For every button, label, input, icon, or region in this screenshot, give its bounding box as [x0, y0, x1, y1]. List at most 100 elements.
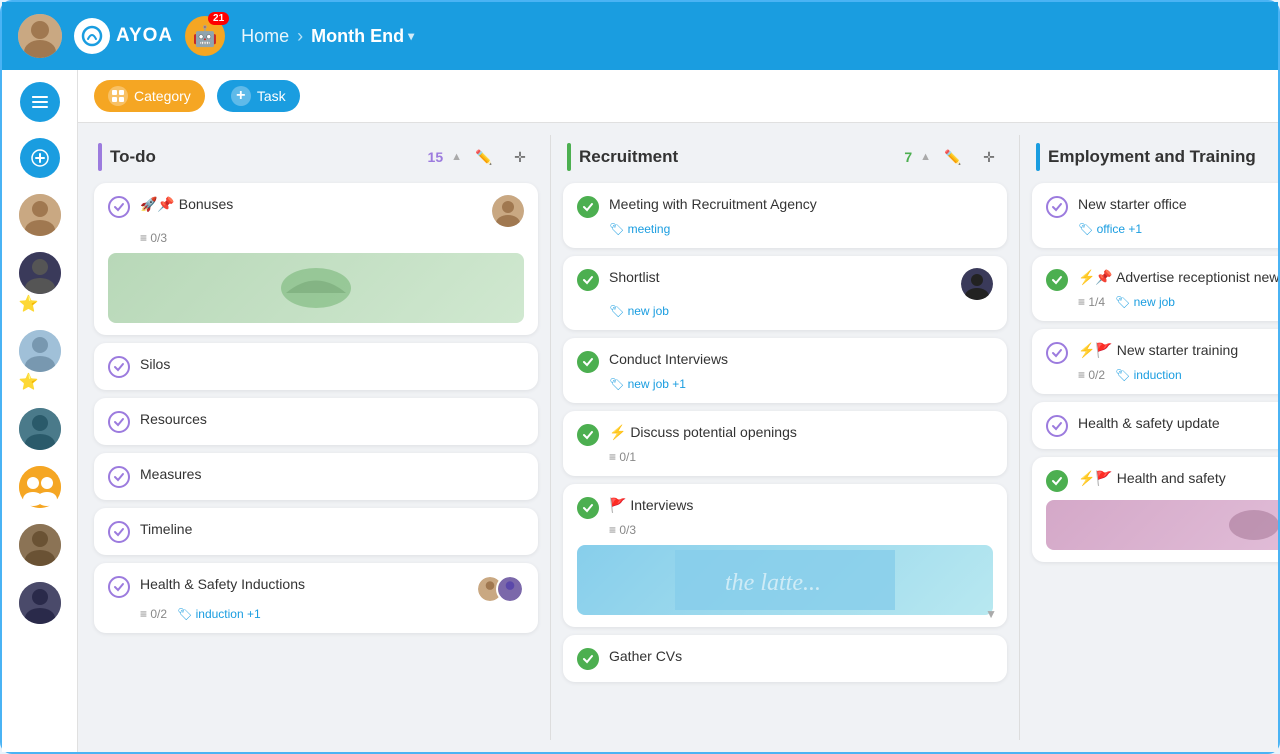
task-card-bonuses[interactable]: 🚀📌 Bonuses ≡ 0/3	[94, 183, 538, 335]
checkbox-shortlist[interactable]	[577, 269, 599, 291]
task-card-interviews[interactable]: 🚩 Interviews ≡ 0/3 the latte... ▼	[563, 484, 1007, 627]
task-card-gather-cvs[interactable]: Gather CVs	[563, 635, 1007, 682]
column-divider-employment	[1036, 143, 1040, 171]
checkbox-advertise[interactable]	[1046, 269, 1068, 291]
column-body-employment: New starter office 🏷 office +1	[1024, 179, 1278, 740]
breadcrumb-home[interactable]: Home	[241, 26, 289, 47]
task-card-conduct-interviews[interactable]: Conduct Interviews 🏷 new job +1	[563, 338, 1007, 403]
task-card-discuss-openings[interactable]: ⚡ Discuss potential openings ≡ 0/1	[563, 411, 1007, 476]
avatar-star-2: ⭐	[19, 296, 39, 313]
task-avatar-shortlist	[961, 268, 993, 300]
task-title-new-starter-training: ⚡🚩 New starter training	[1078, 341, 1278, 361]
checkbox-meeting-agency[interactable]	[577, 196, 599, 218]
checkbox-new-starter-training[interactable]	[1046, 342, 1068, 364]
task-card-shortlist[interactable]: Shortlist 🏷 new job	[563, 256, 1007, 330]
task-card-silos[interactable]: Silos	[94, 343, 538, 390]
task-count-nst: ≡ 0/2	[1078, 368, 1105, 382]
task-card-hs-inductions[interactable]: Health & Safety Inductions ≡ 0/2 🏷 induc…	[94, 563, 538, 633]
task-title-health-safety: ⚡🚩 Health and safety	[1078, 469, 1278, 489]
task-tag-conduct: 🏷 new job +1	[609, 377, 686, 391]
task-title-new-starter: New starter office	[1078, 195, 1278, 215]
sidebar-avatar-group[interactable]	[19, 466, 61, 508]
task-meta-advertise: ≡ 1/4 🏷 new job	[1078, 295, 1278, 309]
task-title-advertise: ⚡📌 Advertise receptionist new job	[1078, 268, 1278, 288]
add-column-todo[interactable]: ✛	[506, 143, 534, 171]
sidebar-add-icon[interactable]	[20, 138, 60, 178]
task-meta-bonuses: ≡ 0/3	[140, 231, 524, 245]
notification-button[interactable]: 🤖 21	[185, 16, 225, 56]
task-image-interviews: the latte...	[577, 545, 993, 615]
checkbox-silos[interactable]	[108, 356, 130, 378]
task-meta-discuss-openings: ≡ 0/1	[609, 450, 993, 464]
task-title-timeline: Timeline	[140, 520, 524, 540]
checkbox-gather-cvs[interactable]	[577, 648, 599, 670]
notification-badge: 21	[208, 12, 229, 25]
checkbox-measures[interactable]	[108, 466, 130, 488]
column-divider-todo	[98, 143, 102, 171]
sidebar-avatar-5[interactable]	[19, 524, 61, 566]
task-title-gather-cvs: Gather CVs	[609, 647, 993, 667]
task-count-discuss: ≡ 0/1	[609, 450, 636, 464]
column-header-todo: To-do 15 ▲ ✏️ ✛	[86, 135, 546, 179]
sep-1	[550, 135, 551, 740]
checkbox-interviews[interactable]	[577, 497, 599, 519]
edit-column-recruitment[interactable]: ✏️	[939, 143, 967, 171]
sidebar-avatar-4[interactable]	[19, 408, 61, 450]
task-card-new-starter[interactable]: New starter office 🏷 office +1	[1032, 183, 1278, 248]
column-divider-recruitment	[567, 143, 571, 171]
task-button[interactable]: + Task	[217, 80, 300, 112]
svg-text:the latte...: the latte...	[725, 570, 821, 596]
task-label: Task	[257, 88, 286, 104]
task-title-conduct-interviews: Conduct Interviews	[609, 350, 993, 370]
breadcrumb-current[interactable]: Month End ▾	[311, 26, 414, 47]
app-container: AYOA 🤖 21 Home › Month End ▾	[2, 2, 1278, 752]
task-meta-new-starter: 🏷 office +1	[1078, 222, 1278, 236]
task-count-hs-inductions: ≡ 0/2	[140, 607, 167, 621]
task-tag-advertise: 🏷 new job	[1115, 295, 1175, 309]
task-card-health-safety[interactable]: ⚡🚩 Health and safety	[1032, 457, 1278, 562]
task-card-resources[interactable]: Resources	[94, 398, 538, 445]
task-card-meeting-agency[interactable]: Meeting with Recruitment Agency 🏷 meetin…	[563, 183, 1007, 248]
edit-column-todo[interactable]: ✏️	[470, 143, 498, 171]
checkbox-discuss-openings[interactable]	[577, 424, 599, 446]
column-body-recruitment: Meeting with Recruitment Agency 🏷 meetin…	[555, 179, 1015, 740]
column-title-recruitment: Recruitment	[579, 147, 896, 167]
checkbox-resources[interactable]	[108, 411, 130, 433]
sidebar-avatar-6[interactable]	[19, 582, 61, 624]
sep-2	[1019, 135, 1020, 740]
task-meta-interviews: ≡ 0/3	[609, 523, 993, 537]
checkbox-hs-update[interactable]	[1046, 415, 1068, 437]
checkbox-hs-inductions[interactable]	[108, 576, 130, 598]
task-tag-shortlist: 🏷 new job	[609, 304, 669, 318]
add-column-recruitment[interactable]: ✛	[975, 143, 1003, 171]
sidebar-avatar-3[interactable]: ⭐	[19, 330, 61, 392]
checkbox-new-starter[interactable]	[1046, 196, 1068, 218]
logo-icon	[74, 18, 110, 54]
sidebar-avatar-1[interactable]	[19, 194, 61, 236]
checkbox-conduct-interviews[interactable]	[577, 351, 599, 373]
task-card-advertise[interactable]: ⚡📌 Advertise receptionist new job ≡ 1/4 …	[1032, 256, 1278, 321]
sidebar-avatar-2[interactable]: ⭐	[19, 252, 61, 314]
task-tag-new-starter: 🏷 office +1	[1078, 222, 1142, 236]
checkbox-bonuses[interactable]	[108, 196, 130, 218]
sidebar-list-icon[interactable]	[20, 82, 60, 122]
kanban-board: To-do 15 ▲ ✏️ ✛	[78, 123, 1278, 752]
task-card-new-starter-training[interactable]: ⚡🚩 New starter training ≡ 0/2 🏷 inductio…	[1032, 329, 1278, 394]
task-card-timeline[interactable]: Timeline	[94, 508, 538, 555]
task-card-measures[interactable]: Measures	[94, 453, 538, 500]
category-label: Category	[134, 88, 191, 104]
main-layout: ⭐ ⭐	[2, 70, 1278, 752]
column-todo: To-do 15 ▲ ✏️ ✛	[86, 135, 546, 740]
task-meta-new-starter-training: ≡ 0/2 🏷 induction	[1078, 368, 1278, 382]
task-title-meeting-agency: Meeting with Recruitment Agency	[609, 195, 993, 215]
checkbox-health-safety[interactable]	[1046, 470, 1068, 492]
column-count-recruitment: 7	[904, 149, 912, 165]
nav-user-avatar[interactable]	[18, 14, 62, 58]
task-meta-conduct-interviews: 🏷 new job +1	[609, 377, 993, 391]
task-avatar-bonuses	[492, 195, 524, 227]
chevron-interviews: ▼	[985, 607, 997, 621]
top-nav: AYOA 🤖 21 Home › Month End ▾	[2, 2, 1278, 70]
task-card-hs-update[interactable]: Health & safety update	[1032, 402, 1278, 449]
checkbox-timeline[interactable]	[108, 521, 130, 543]
category-button[interactable]: Category	[94, 80, 205, 112]
